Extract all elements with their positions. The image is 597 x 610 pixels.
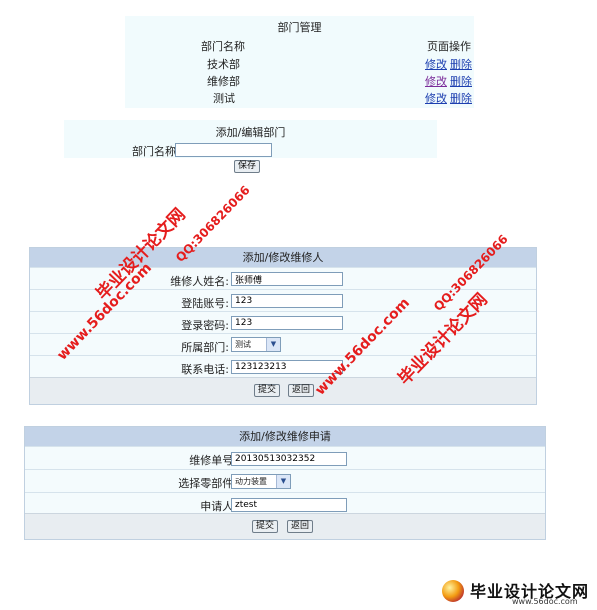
repair-number-label: 维修单号: [189,454,237,467]
dept-name-input[interactable] [175,143,272,157]
department-label: 所属部门: [181,341,229,354]
dept-name-cell: 维修部 [207,75,240,88]
form-row: 联系电话: [30,355,536,378]
repairer-name-label: 维修人姓名: [170,275,229,288]
department-select[interactable]: 测试 ▼ [231,337,281,352]
edit-link[interactable]: 修改 [425,73,447,89]
part-select-value: 动力装置 [235,477,267,486]
repair-number-input[interactable] [231,452,347,466]
logo-ball-icon [442,580,464,602]
submit-button[interactable]: 提交 [254,384,281,397]
dept-col-ops-header: 页面操作 [427,40,471,53]
dept-col-name-header: 部门名称 [201,40,245,53]
dept-list-panel: 部门管理 部门名称 页面操作 技术部 修改 删除 维修部 修改 删除 测试 修改… [125,16,474,108]
back-button[interactable]: 返回 [288,384,315,397]
form-row: 维修单号: [25,446,545,470]
request-form-title: 添加/修改维修申请 [25,427,545,446]
chevron-down-icon[interactable]: ▼ [266,338,280,351]
department-select-value: 测试 [235,340,251,349]
repairer-form-title: 添加/修改维修人 [30,248,536,267]
form-footer: 提交 返回 [30,377,536,404]
dept-form-title: 添加/编辑部门 [215,126,286,139]
edit-link[interactable]: 修改 [425,56,447,72]
delete-link[interactable]: 删除 [450,56,472,72]
table-row: 维修部 修改 删除 [125,73,474,90]
dept-name-cell: 技术部 [207,58,240,71]
dept-name-label: 部门名称 [132,145,176,158]
form-footer: 提交 返回 [25,513,545,539]
form-row: 所属部门: 测试 ▼ [30,333,536,356]
delete-link[interactable]: 删除 [450,90,472,106]
edit-link[interactable]: 修改 [425,90,447,106]
part-select[interactable]: 动力装置 ▼ [231,474,291,489]
save-button[interactable]: 保存 [234,160,261,173]
request-form-panel: 添加/修改维修申请 维修单号: 选择零部件: 动力装置 ▼ 申请人: 提交 返回 [24,426,546,540]
phone-label: 联系电话: [181,363,229,376]
applicant-input[interactable] [231,498,347,512]
login-account-label: 登陆账号: [181,297,229,310]
login-password-label: 登录密码: [181,319,229,332]
delete-link[interactable]: 删除 [450,73,472,89]
back-button[interactable]: 返回 [287,520,314,533]
dept-name-cell: 测试 [213,92,235,105]
chevron-down-icon[interactable]: ▼ [276,475,290,488]
submit-button[interactable]: 提交 [252,520,279,533]
site-logo: 毕业设计论文网 www.56doc.com [440,576,595,608]
dept-list-title: 部门管理 [277,21,322,34]
login-account-input[interactable] [231,294,343,308]
table-row: 技术部 修改 删除 [125,56,474,73]
part-select-label: 选择零部件: [178,477,237,490]
dept-form-panel: 添加/编辑部门 部门名称 [64,120,437,158]
logo-url: www.56doc.com [512,597,578,606]
repairer-name-input[interactable] [231,272,343,286]
table-row: 测试 修改 删除 [125,90,474,107]
login-password-input[interactable] [231,316,343,330]
form-row: 选择零部件: 动力装置 ▼ [25,469,545,493]
